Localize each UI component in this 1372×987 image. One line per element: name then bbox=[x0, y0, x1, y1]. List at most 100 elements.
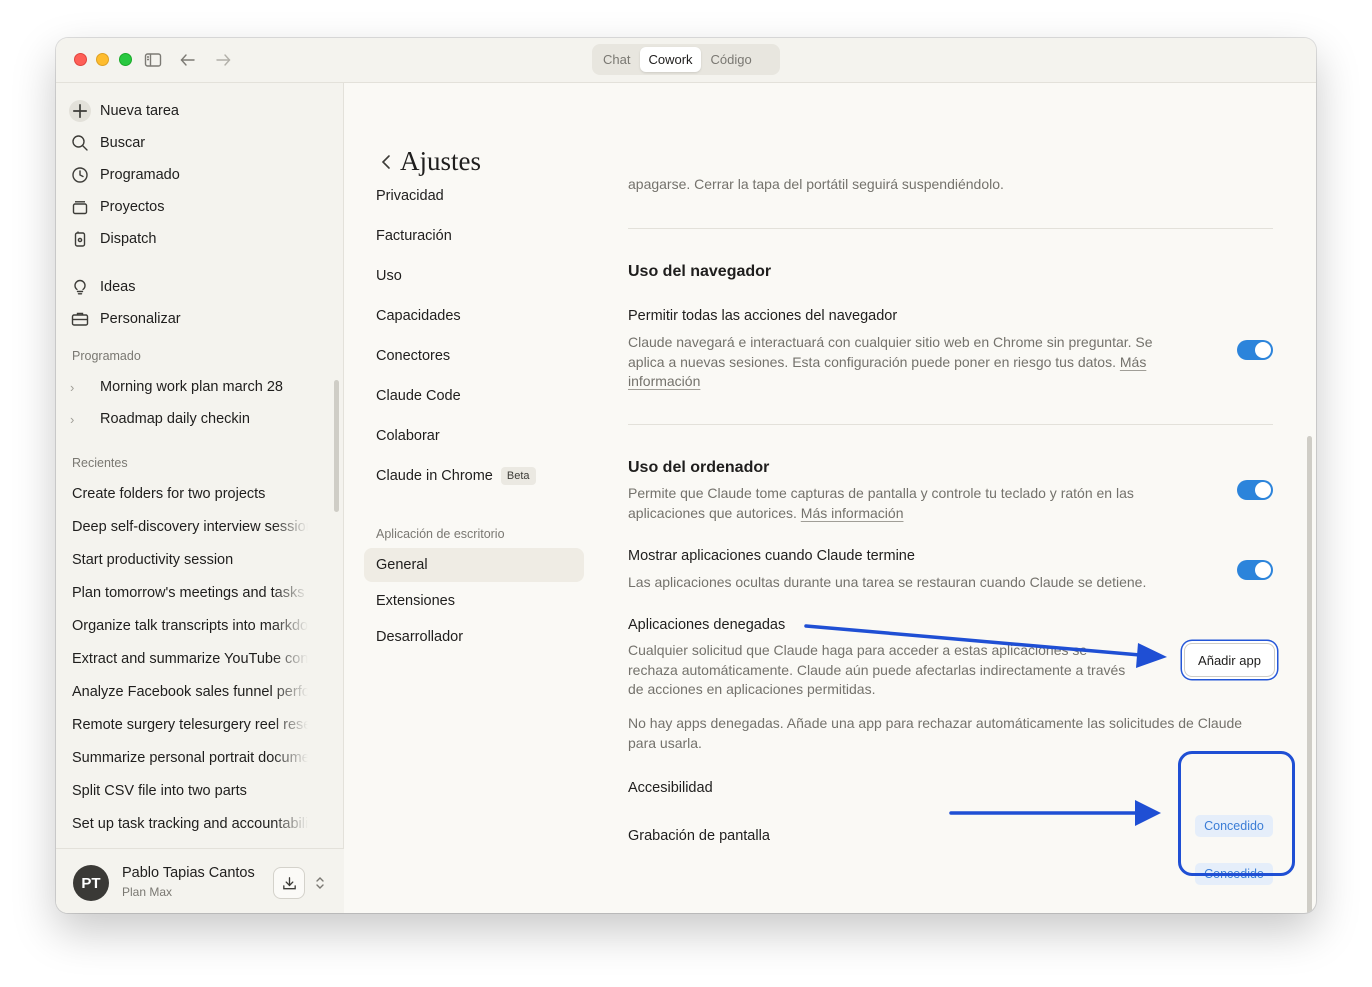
recent-item[interactable]: Plan tomorrow's meetings and tasks bbox=[72, 580, 308, 606]
desktop-section-label: Aplicación de escritorio bbox=[376, 527, 505, 541]
title-bar: Chat Cowork Código bbox=[56, 38, 1316, 83]
scheduled-section-label: Programado bbox=[72, 349, 141, 363]
download-button[interactable] bbox=[273, 867, 305, 899]
settings-nav-colaborar[interactable]: Colaborar bbox=[364, 419, 584, 453]
sidebar-item-label: Buscar bbox=[100, 135, 146, 151]
settings-nav-privacidad[interactable]: Privacidad bbox=[364, 179, 584, 213]
settings-nav-facturacion[interactable]: Facturación bbox=[364, 219, 584, 253]
recents-section-label: Recientes bbox=[72, 456, 128, 470]
recent-item[interactable]: Create folders for two projects bbox=[72, 481, 308, 507]
sidebar: Nueva tarea Buscar Programado Proyectos … bbox=[56, 83, 344, 913]
computer-use-description: Permite que Claude tome capturas de pant… bbox=[628, 484, 1188, 523]
lightbulb-icon bbox=[68, 275, 92, 299]
folder-stack-icon bbox=[68, 195, 92, 219]
sidebar-scrollbar[interactable] bbox=[334, 380, 339, 512]
accessibility-permission-label: Accesibilidad bbox=[628, 780, 713, 796]
recent-item[interactable]: Extract and summarize YouTube content bbox=[72, 646, 308, 672]
settings-nav-conectores[interactable]: Conectores bbox=[364, 339, 584, 373]
recent-item[interactable]: Analyze Facebook sales funnel performanc… bbox=[72, 679, 308, 705]
zoom-window-button[interactable] bbox=[119, 53, 132, 66]
sidebar-item-ideas[interactable]: Ideas bbox=[68, 272, 135, 302]
toggle-knob bbox=[1255, 342, 1271, 358]
user-panel: PT Pablo Tapias Cantos Plan Max bbox=[56, 848, 344, 913]
show-apps-title: Mostrar aplicaciones cuando Claude termi… bbox=[628, 548, 915, 564]
allow-browser-actions-description: Claude navegará e interactuará con cualq… bbox=[628, 333, 1188, 392]
settings-nav-extensiones[interactable]: Extensiones bbox=[364, 584, 584, 618]
truncated-description: apagarse. Cerrar la tapa del portátil se… bbox=[628, 176, 1004, 192]
tab-chat[interactable]: Chat bbox=[595, 47, 638, 72]
divider bbox=[628, 228, 1273, 229]
denied-apps-description: Cualquier solicitud que Claude haga para… bbox=[628, 642, 1126, 697]
sidebar-item-buscar[interactable]: Buscar bbox=[68, 128, 145, 158]
user-plan: Plan Max bbox=[122, 885, 173, 899]
screen-recording-permission-label: Grabación de pantalla bbox=[628, 828, 770, 844]
new-task-label: Nueva tarea bbox=[100, 103, 179, 119]
briefcase-icon bbox=[68, 307, 92, 331]
browser-section-title: Uso del navegador bbox=[628, 263, 772, 280]
clock-icon bbox=[68, 163, 92, 187]
computer-section-title: Uso del ordenador bbox=[628, 459, 770, 476]
user-name: Pablo Tapias Cantos bbox=[122, 865, 255, 881]
mode-switcher: Chat Cowork Código bbox=[592, 44, 780, 75]
phone-icon bbox=[68, 227, 92, 251]
tab-codigo[interactable]: Código bbox=[703, 47, 760, 72]
close-window-button[interactable] bbox=[74, 53, 87, 66]
download-icon bbox=[282, 876, 296, 889]
sidebar-item-label: Proyectos bbox=[100, 199, 165, 215]
allow-browser-actions-toggle[interactable] bbox=[1237, 340, 1273, 360]
sidebar-item-label: Personalizar bbox=[100, 311, 181, 327]
sidebar-toggle-icon[interactable] bbox=[143, 50, 163, 70]
avatar[interactable]: PT bbox=[73, 865, 109, 901]
chevron-up-down-icon[interactable] bbox=[313, 873, 327, 893]
app-window: Chat Cowork Código Nueva tarea Buscar Pr… bbox=[56, 38, 1316, 913]
more-info-link[interactable]: Más información bbox=[801, 505, 904, 521]
permissions-highlight-box bbox=[1178, 751, 1295, 876]
no-denied-apps-message: No hay apps denegadas. Añade una app par… bbox=[628, 715, 1243, 751]
toggle-knob bbox=[1255, 482, 1271, 498]
sidebar-item-personalizar[interactable]: Personalizar bbox=[68, 304, 181, 334]
chevron-right-icon: › bbox=[70, 379, 75, 395]
settings-content: apagarse. Cerrar la tapa del portátil se… bbox=[628, 83, 1275, 913]
denied-apps-title: Aplicaciones denegadas bbox=[628, 617, 786, 633]
allow-browser-actions-text: Claude navegará e interactuará con cualq… bbox=[628, 334, 1153, 370]
show-apps-toggle[interactable] bbox=[1237, 560, 1273, 580]
sidebar-item-label: Dispatch bbox=[100, 231, 157, 247]
beta-badge: Beta bbox=[500, 467, 536, 486]
recent-item[interactable]: Summarize personal portrait document bbox=[72, 745, 308, 771]
sidebar-item-dispatch[interactable]: Dispatch bbox=[68, 224, 156, 254]
recent-item[interactable]: Remote surgery telesurgery reel research bbox=[72, 712, 308, 738]
recent-item[interactable]: Organize talk transcripts into markdown bbox=[72, 613, 308, 639]
computer-use-toggle[interactable] bbox=[1237, 480, 1273, 500]
content-scrollbar[interactable] bbox=[1307, 436, 1312, 913]
scheduled-item[interactable]: › Morning work plan march 28 bbox=[70, 373, 283, 401]
allow-browser-actions-title: Permitir todas las acciones del navegado… bbox=[628, 308, 898, 324]
chevron-left-icon bbox=[378, 153, 394, 171]
recent-item[interactable]: Deep self-discovery interview session bbox=[72, 514, 308, 540]
plus-icon bbox=[68, 99, 92, 123]
forward-arrow-icon[interactable] bbox=[213, 50, 233, 70]
settings-nav-claude-in-chrome[interactable]: Claude in Chrome Beta bbox=[364, 459, 584, 493]
scheduled-item[interactable]: › Roadmap daily checkin bbox=[70, 405, 250, 433]
recent-item[interactable]: Split CSV file into two parts bbox=[72, 778, 308, 804]
minimize-window-button[interactable] bbox=[96, 53, 109, 66]
add-app-button[interactable]: Añadir app bbox=[1184, 643, 1275, 677]
sidebar-item-label: Programado bbox=[100, 167, 180, 183]
page-title: Ajustes bbox=[400, 146, 481, 176]
settings-nav-desarrollador[interactable]: Desarrollador bbox=[364, 620, 584, 654]
settings-nav-claude-code[interactable]: Claude Code bbox=[364, 379, 584, 413]
show-apps-description: Las aplicaciones ocultas durante una tar… bbox=[628, 574, 1147, 590]
settings-nav-capacidades[interactable]: Capacidades bbox=[364, 299, 584, 333]
sidebar-item-programado[interactable]: Programado bbox=[68, 160, 180, 190]
tab-cowork[interactable]: Cowork bbox=[640, 47, 701, 72]
recent-item[interactable]: Start productivity session bbox=[72, 547, 308, 573]
settings-nav-general[interactable]: General bbox=[364, 548, 584, 582]
divider bbox=[628, 424, 1273, 425]
back-arrow-icon[interactable] bbox=[178, 50, 198, 70]
settings-nav-label: Claude in Chrome bbox=[376, 468, 493, 484]
settings-back-button[interactable]: Ajustes bbox=[378, 146, 481, 177]
recent-item[interactable]: Set up task tracking and accountability bbox=[72, 811, 308, 837]
new-task-button[interactable]: Nueva tarea bbox=[68, 96, 179, 126]
toggle-knob bbox=[1255, 562, 1271, 578]
settings-nav-uso[interactable]: Uso bbox=[364, 259, 584, 293]
sidebar-item-proyectos[interactable]: Proyectos bbox=[68, 192, 164, 222]
